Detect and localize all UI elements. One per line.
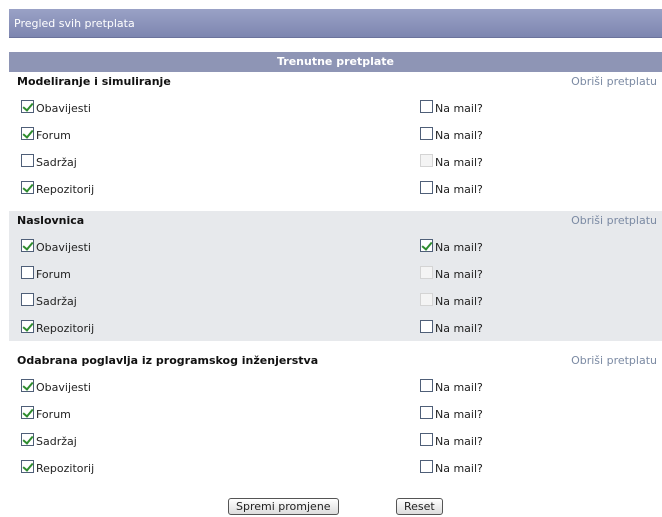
- subscription-label: Forum: [36, 268, 71, 281]
- subscription-row: Obavijesti Na mail?: [9, 94, 662, 121]
- mail-checkbox[interactable]: [420, 379, 433, 392]
- subscription-row: Sadržaj Na mail?: [9, 287, 662, 314]
- mail-checkbox[interactable]: [420, 181, 433, 194]
- subscription-section: Naslovnica Obriši pretplatu Obavijesti Na m…: [9, 211, 662, 341]
- unsubscribe-link[interactable]: Obriši pretplatu: [571, 75, 657, 88]
- mail-checkbox[interactable]: [420, 239, 433, 252]
- subscribe-checkbox[interactable]: [21, 239, 34, 252]
- subscription-label: Obavijesti: [36, 241, 91, 254]
- subscription-row: Repozitorij Na mail?: [9, 454, 662, 481]
- subscribe-checkbox[interactable]: [21, 127, 34, 140]
- subscription-row: Obavijesti Na mail?: [9, 233, 662, 260]
- section-header: Odabrana poglavlja iz programskog inženj…: [9, 351, 662, 373]
- section-header: Naslovnica Obriši pretplatu: [9, 211, 662, 233]
- subscription-section: Modeliranje i simuliranje Obriši pretplat…: [9, 72, 662, 202]
- subscription-label: Repozitorij: [36, 322, 95, 335]
- mail-checkbox[interactable]: [420, 460, 433, 473]
- mail-checkbox[interactable]: [420, 406, 433, 419]
- mail-checkbox[interactable]: [420, 433, 433, 446]
- subscribe-checkbox[interactable]: [21, 406, 34, 419]
- mail-checkbox[interactable]: [420, 320, 433, 333]
- mail-label: Na mail?: [435, 381, 483, 394]
- subscription-row: Sadržaj Na mail?: [9, 148, 662, 175]
- subscription-label: Obavijesti: [36, 102, 91, 115]
- subscribe-checkbox[interactable]: [21, 266, 34, 279]
- subscription-row: Repozitorij Na mail?: [9, 314, 662, 341]
- subscribe-checkbox[interactable]: [21, 320, 34, 333]
- mail-checkbox: [420, 293, 433, 306]
- unsubscribe-link[interactable]: Obriši pretplatu: [571, 354, 657, 367]
- subscribe-checkbox[interactable]: [21, 433, 34, 446]
- subscribe-checkbox[interactable]: [21, 460, 34, 473]
- section-title: Naslovnica: [17, 214, 85, 227]
- subscription-row: Forum Na mail?: [9, 260, 662, 287]
- subscribe-checkbox[interactable]: [21, 181, 34, 194]
- subscription-label: Forum: [36, 129, 71, 142]
- mail-label: Na mail?: [435, 435, 483, 448]
- page-title: Pregled svih pretplata: [9, 9, 662, 38]
- save-changes-button[interactable]: Spremi promjene: [228, 498, 339, 515]
- subscription-label: Obavijesti: [36, 381, 91, 394]
- mail-label: Na mail?: [435, 462, 483, 475]
- mail-checkbox[interactable]: [420, 127, 433, 140]
- mail-checkbox: [420, 266, 433, 279]
- mail-label: Na mail?: [435, 408, 483, 421]
- subscription-label: Repozitorij: [36, 462, 95, 475]
- section-title: Modeliranje i simuliranje: [17, 75, 171, 88]
- subscribe-checkbox[interactable]: [21, 154, 34, 167]
- subscribe-checkbox[interactable]: [21, 293, 34, 306]
- mail-label: Na mail?: [435, 156, 483, 169]
- subscription-label: Repozitorij: [36, 183, 95, 196]
- mail-checkbox: [420, 154, 433, 167]
- form-actions: Spremi promjene Reset: [0, 496, 662, 517]
- section-header: Modeliranje i simuliranje Obriši pretplat…: [9, 72, 662, 94]
- subscription-label: Forum: [36, 408, 71, 421]
- mail-label: Na mail?: [435, 129, 483, 142]
- subscribe-checkbox[interactable]: [21, 100, 34, 113]
- mail-label: Na mail?: [435, 102, 483, 115]
- subscription-row: Obavijesti Na mail?: [9, 373, 662, 400]
- subscription-section: Odabrana poglavlja iz programskog inženj…: [9, 351, 662, 481]
- mail-label: Na mail?: [435, 295, 483, 308]
- mail-label: Na mail?: [435, 322, 483, 335]
- section-title: Odabrana poglavlja iz programskog inženj…: [17, 354, 319, 367]
- mail-label: Na mail?: [435, 241, 483, 254]
- subscription-row: Forum Na mail?: [9, 400, 662, 427]
- mail-checkbox[interactable]: [420, 100, 433, 113]
- subscription-label: Sadržaj: [36, 156, 77, 169]
- subscription-row: Sadržaj Na mail?: [9, 427, 662, 454]
- table-header: Trenutne pretplate: [9, 52, 662, 72]
- subscription-label: Sadržaj: [36, 435, 77, 448]
- unsubscribe-link[interactable]: Obriši pretplatu: [571, 214, 657, 227]
- mail-label: Na mail?: [435, 268, 483, 281]
- subscription-label: Sadržaj: [36, 295, 77, 308]
- subscription-row: Forum Na mail?: [9, 121, 662, 148]
- mail-label: Na mail?: [435, 183, 483, 196]
- reset-button[interactable]: Reset: [396, 498, 443, 515]
- subscription-row: Repozitorij Na mail?: [9, 175, 662, 202]
- subscribe-checkbox[interactable]: [21, 379, 34, 392]
